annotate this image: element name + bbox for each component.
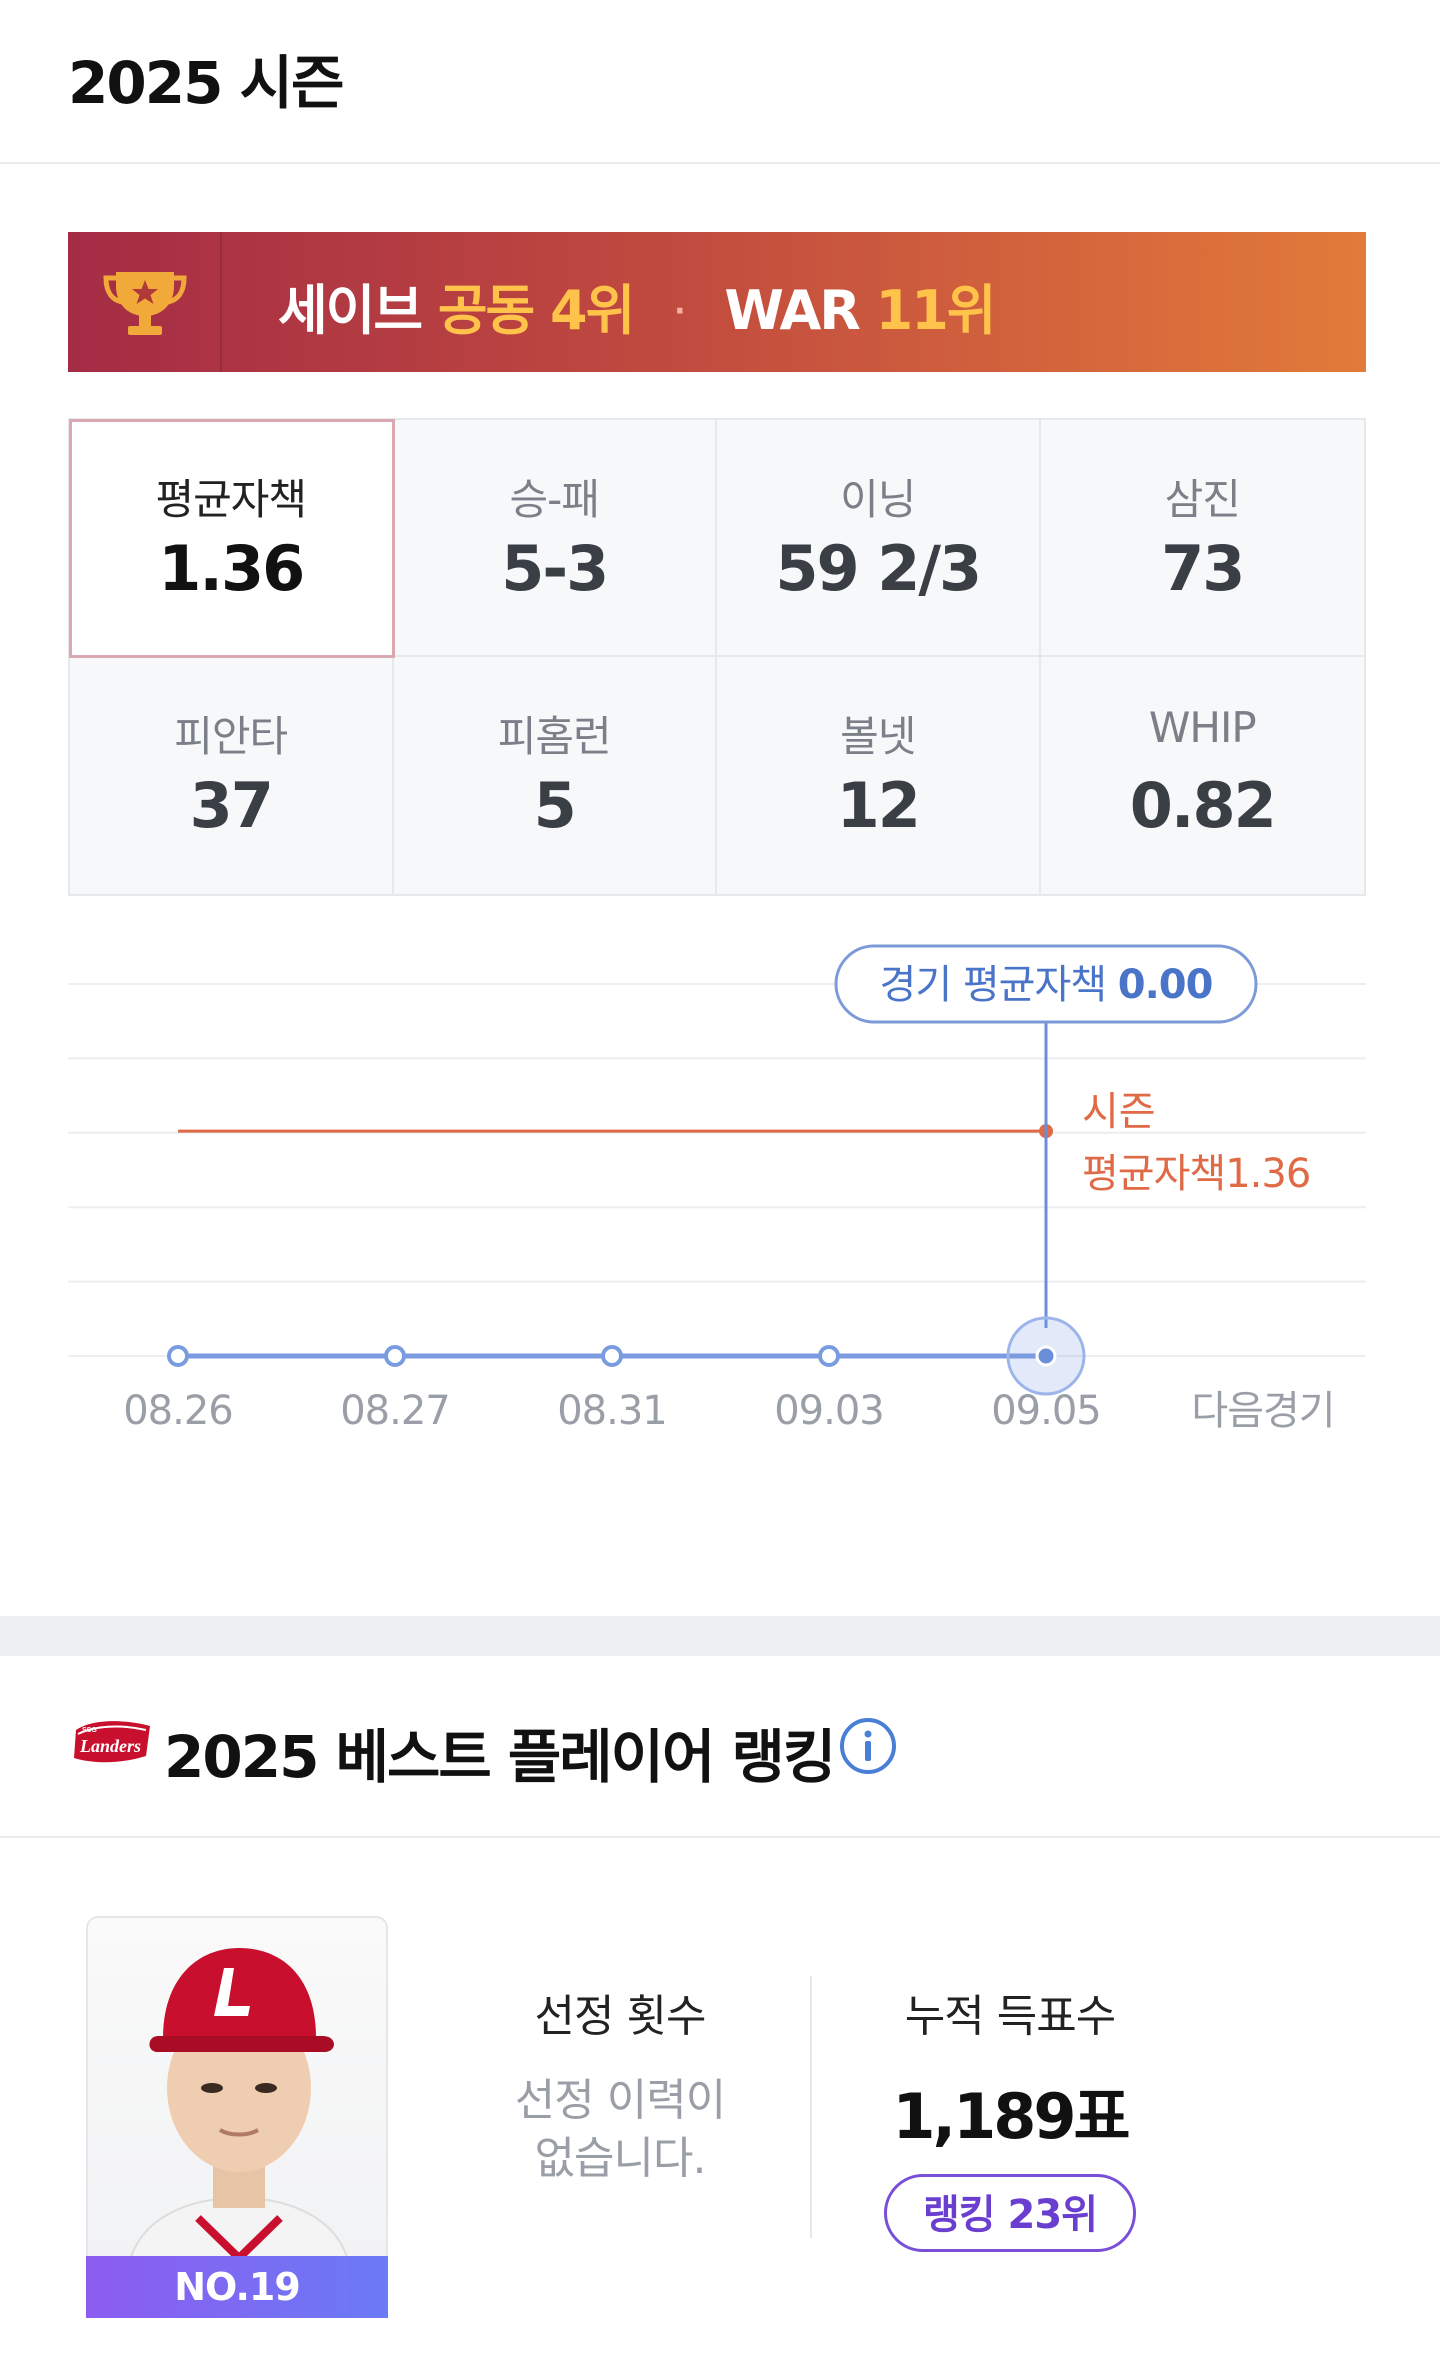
- highlight-point: [1035, 1345, 1057, 1367]
- info-icon[interactable]: [838, 1716, 898, 1776]
- rank-summary: 세이브 공동 4위 · WAR 11위: [278, 266, 997, 345]
- tooltip-value: 0.00: [1118, 962, 1213, 1008]
- stat-label: WHIP: [1148, 703, 1257, 752]
- stat-label: 삼진: [1164, 475, 1241, 524]
- stat-divider: [810, 1976, 812, 2238]
- season-title: 2025 시즌: [68, 49, 344, 117]
- stat-whip[interactable]: WHIP 0.82: [1041, 657, 1365, 894]
- x-tick-label: 다음경기: [1191, 1388, 1334, 1434]
- x-tick-label: 08.26: [123, 1388, 233, 1434]
- stat-label: 피안타: [174, 712, 288, 761]
- stat-home-runs-allowed[interactable]: 피홈런 5: [394, 657, 717, 894]
- stat-hits-allowed[interactable]: 피안타 37: [70, 657, 394, 894]
- stat-label: 평균자책: [155, 475, 307, 524]
- stat-walks[interactable]: 볼넷 12: [717, 657, 1041, 894]
- player-number: NO.19: [86, 2256, 388, 2318]
- data-point: [384, 1345, 406, 1367]
- x-tick-label: 09.03: [774, 1388, 884, 1434]
- data-point: [818, 1345, 840, 1367]
- era-chart-svg: 시즌평균자책1.36 경기 평균자책 0.00 08.26 08.27 08.31 09.…: [68, 944, 1366, 1434]
- stat-value: 59 2/3: [775, 532, 982, 605]
- rank-separator: ·: [674, 294, 685, 329]
- ranking-title: 2025 베스트 플레이어 랭킹: [164, 1723, 836, 1791]
- rank-banner: 세이브 공동 4위 · WAR 11위: [68, 232, 1366, 372]
- ranking-header: SSG Landers 2025 베스트 플레이어 랭킹: [0, 1656, 1440, 1838]
- stat-label: 이닝: [840, 475, 916, 524]
- stat-label: 피홈런: [497, 712, 612, 761]
- season-header: 2025 시즌: [0, 0, 1440, 164]
- stat-value: 5-3: [501, 532, 609, 605]
- trophy-icon: [103, 272, 187, 335]
- landers-logo: SSG Landers: [74, 1721, 150, 1763]
- stat-era[interactable]: 평균자책 1.36: [69, 419, 395, 658]
- data-point: [601, 1345, 623, 1367]
- stat-value: 0.82: [1129, 769, 1277, 842]
- stat-value: 73: [1161, 532, 1245, 605]
- x-tick-label: 08.31: [557, 1388, 667, 1434]
- logo-text: Landers: [79, 1736, 141, 1756]
- season-label-line1: 시즌: [1082, 1089, 1156, 1135]
- save-label: 세이브: [278, 279, 423, 342]
- stat-value: 37: [189, 769, 274, 842]
- war-label: WAR: [724, 279, 861, 342]
- era-chart: 시즌평균자책1.36 경기 평균자책 0.00 08.26 08.27 08.31 09.…: [0, 900, 1440, 1460]
- section-divider: [0, 1616, 1440, 1656]
- logo-small-text: SSG: [82, 1727, 97, 1734]
- votes-value: 1,189표: [892, 2080, 1130, 2153]
- stat-innings[interactable]: 이닝 59 2/3: [717, 420, 1041, 657]
- stat-label: 볼넷: [840, 712, 916, 761]
- war-rank: 11위: [875, 279, 997, 342]
- stat-strikeouts[interactable]: 삼진 73: [1040, 420, 1364, 657]
- x-tick-label: 09.05: [991, 1388, 1101, 1434]
- x-tick-label: 08.27: [340, 1388, 450, 1434]
- tooltip-text: 경기 평균자책 0.00: [880, 962, 1213, 1008]
- selection-label: 선정 횟수: [534, 1991, 707, 2042]
- selection-count: 선정 횟수 선정 이력이 없습니다.: [470, 1980, 770, 2188]
- trophy-box: [68, 232, 222, 372]
- player-card[interactable]: NO.19: [86, 1916, 388, 2318]
- selection-empty-text: 선정 이력이 없습니다.: [470, 2072, 770, 2188]
- ranking-pill-button[interactable]: 랭킹 23위: [884, 2174, 1136, 2252]
- stat-value: 1.36: [158, 532, 305, 605]
- tooltip-label: 경기 평균자책: [880, 962, 1118, 1008]
- stats-grid: 평균자책 1.36 승-패 5-3 이닝 59 2/3 삼진 73 피안타 37…: [68, 418, 1366, 896]
- votes-label: 누적 득표수: [904, 1991, 1116, 2042]
- vote-count: 누적 득표수 1,189표 랭킹 23위: [860, 1980, 1160, 2252]
- data-point: [167, 1345, 189, 1367]
- selection-empty-line2: 없습니다.: [534, 2133, 707, 2184]
- stat-value: 12: [836, 769, 921, 842]
- save-rank: 공동 4위: [437, 279, 635, 342]
- season-label-line2: 평균자책1.36: [1082, 1151, 1310, 1197]
- selection-empty-line1: 선정 이력이: [514, 2075, 726, 2126]
- stat-win-loss[interactable]: 승-패 5-3: [393, 420, 717, 657]
- stat-label: 승-패: [509, 475, 600, 524]
- stat-value: 5: [533, 769, 577, 842]
